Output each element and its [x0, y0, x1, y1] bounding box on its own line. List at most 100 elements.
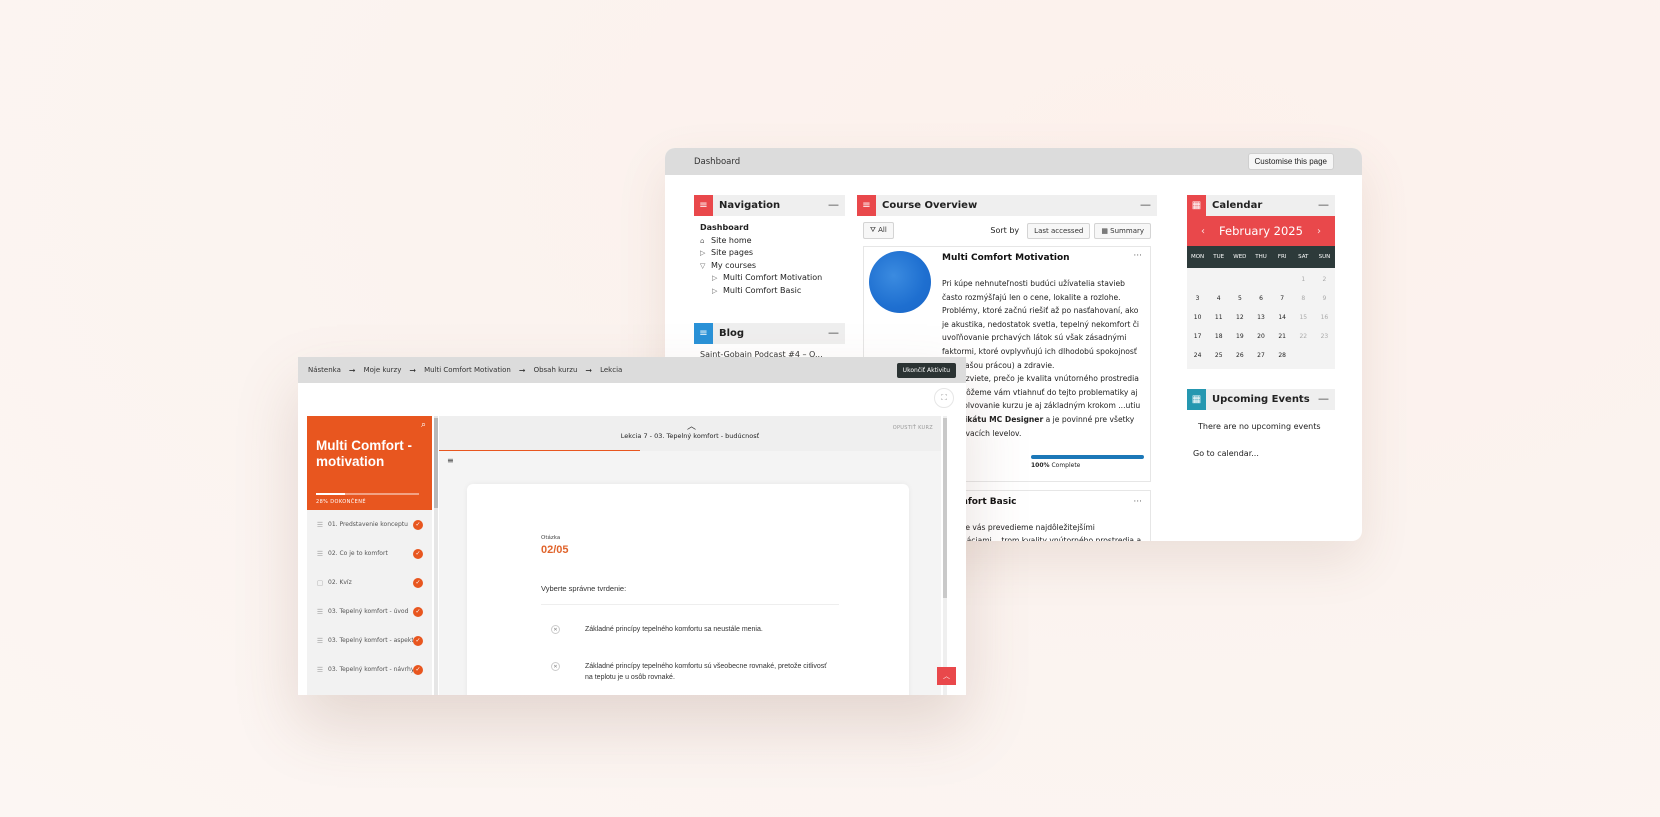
- calendar-day[interactable]: 19: [1229, 327, 1250, 346]
- answer-option-text: Základné princípy tepelného komfortu sa …: [585, 626, 763, 633]
- calendar-day[interactable]: 18: [1208, 327, 1229, 346]
- lesson-list-item[interactable]: ☰ 03. Tepelný komfort - návrhy ✓: [307, 655, 432, 684]
- calendar-day[interactable]: 28: [1272, 346, 1293, 365]
- breadcrumb-item[interactable]: Obsah kurzu: [534, 366, 578, 374]
- breadcrumb-item[interactable]: Lekcia: [600, 366, 622, 374]
- end-activity-button[interactable]: Ukončiť Aktivitu: [896, 362, 956, 378]
- breadcrumb-item[interactable]: Multi Comfort Motivation: [424, 366, 511, 374]
- calendar-header: ▦ Calendar —: [1187, 195, 1335, 216]
- filter-button[interactable]: ⛛ All: [863, 222, 894, 239]
- sort-dropdown[interactable]: Last accessed: [1027, 222, 1091, 239]
- calendar-day[interactable]: 4: [1208, 289, 1229, 308]
- weekday-label: WED: [1233, 254, 1247, 260]
- collapse-icon[interactable]: —: [1140, 198, 1151, 211]
- scrollbar-thumb[interactable]: [943, 418, 947, 598]
- nav-item-my-courses[interactable]: ▽ My courses: [700, 260, 845, 273]
- calendar-day[interactable]: 27: [1250, 346, 1271, 365]
- calendar-day[interactable]: 24: [1187, 346, 1208, 365]
- next-month-button[interactable]: ›: [1317, 226, 1321, 237]
- sort-by-label: Sort by: [990, 226, 1020, 235]
- answer-option[interactable]: ✕ Základné princípy tepelného komfortu s…: [551, 661, 829, 683]
- nav-item-dashboard[interactable]: Dashboard: [700, 222, 845, 235]
- collapse-icon[interactable]: —: [828, 198, 839, 211]
- calendar-day[interactable]: 5: [1229, 289, 1250, 308]
- calendar-day[interactable]: 17: [1187, 327, 1208, 346]
- scrollbar-thumb[interactable]: [434, 418, 438, 508]
- chevron-up-icon[interactable]: ︿: [687, 419, 696, 432]
- collapse-icon[interactable]: —: [1318, 392, 1329, 405]
- view-dropdown[interactable]: ▦ Summary: [1094, 222, 1151, 239]
- calendar-day[interactable]: 20: [1250, 327, 1271, 346]
- calendar-day[interactable]: 9: [1314, 289, 1335, 308]
- lesson-window: Nástenka ➞ Moje kurzy ➞ Multi Comfort Motiva…: [298, 357, 966, 695]
- question-prompt: Vyberte správne tvrdenie:: [541, 584, 627, 593]
- calendar-day[interactable]: 16: [1314, 308, 1335, 327]
- nav-item-site-pages[interactable]: ▷ Site pages: [700, 247, 845, 260]
- calendar-day[interactable]: 14: [1272, 308, 1293, 327]
- fullscreen-icon[interactable]: ⛶: [934, 388, 954, 408]
- menu-icon: ≡: [857, 195, 876, 216]
- calendar-empty-cell: [1314, 346, 1335, 365]
- collapse-icon[interactable]: —: [1318, 198, 1329, 211]
- nav-item-course-motivation[interactable]: ▷ Multi Comfort Motivation: [700, 272, 845, 285]
- leave-course-link[interactable]: OPUSTIŤ KURZ: [893, 425, 933, 431]
- lesson-list-item[interactable]: ☰ 02. Čo je to komfort ✓: [307, 539, 432, 568]
- lesson-list: ☰ 01. Predstavenie konceptu ✓ ☰ 02. Čo je to…: [307, 510, 432, 684]
- calendar-day[interactable]: 11: [1208, 308, 1229, 327]
- triangle-right-icon: ▷: [700, 249, 706, 258]
- weekday-label: SUN: [1318, 254, 1331, 260]
- calendar-month-bar: ‹ February 2025 ›: [1187, 216, 1335, 246]
- calendar-day[interactable]: 1: [1293, 270, 1314, 289]
- scroll-to-top-button[interactable]: ︿: [937, 667, 956, 685]
- lesson-list-item[interactable]: ☰ 03. Tepelný komfort - úvod ✓: [307, 597, 432, 626]
- calendar-day[interactable]: 3: [1187, 289, 1208, 308]
- calendar-month-name: February 2025: [1219, 224, 1303, 238]
- calendar-day[interactable]: 26: [1229, 346, 1250, 365]
- answer-option[interactable]: ✕ Základné princípy tepelného komfortu s…: [551, 624, 829, 635]
- triangle-down-icon: ▽: [700, 261, 706, 270]
- go-to-calendar-link[interactable]: Go to calendar...: [1187, 431, 1335, 458]
- hamburger-menu-icon[interactable]: ≡: [447, 456, 454, 465]
- calendar-day[interactable]: 22: [1293, 327, 1314, 346]
- question-label: Otázka: [541, 535, 561, 541]
- course-progress: 100% Complete: [1031, 455, 1144, 469]
- customise-page-button[interactable]: Customise this page: [1247, 153, 1334, 170]
- course-overview-title: Course Overview: [882, 200, 978, 211]
- nav-item-course-basic[interactable]: ▷ Multi Comfort Basic: [700, 285, 845, 298]
- course-title[interactable]: ...omfort Basic: [942, 497, 1144, 507]
- lesson-list-item-label: 03. Tepelný komfort - návrhy: [328, 666, 413, 673]
- course-image[interactable]: [869, 251, 931, 313]
- breadcrumb-item[interactable]: Moje kurzy: [364, 366, 402, 374]
- calendar-day[interactable]: 21: [1272, 327, 1293, 346]
- lesson-list-item[interactable]: ☰ 01. Predstavenie konceptu ✓: [307, 510, 432, 539]
- calendar-day[interactable]: 8: [1293, 289, 1314, 308]
- calendar-day[interactable]: 10: [1187, 308, 1208, 327]
- more-options-icon[interactable]: ···: [1133, 251, 1142, 261]
- prev-month-button[interactable]: ‹: [1201, 226, 1205, 237]
- course-progress-fill: [1031, 455, 1144, 459]
- calendar-day[interactable]: 2: [1314, 270, 1335, 289]
- collapse-icon[interactable]: —: [828, 326, 839, 339]
- lesson-list-item[interactable]: ☰ 03. Tepelný komfort - aspekty ✓: [307, 626, 432, 655]
- more-options-icon[interactable]: ···: [1133, 497, 1142, 507]
- breadcrumb-item[interactable]: Nástenka: [308, 366, 341, 374]
- calendar-day[interactable]: 7: [1272, 289, 1293, 308]
- nav-item-site-home[interactable]: ⌂ Site home: [700, 235, 845, 248]
- progress-percent: 100%: [1031, 462, 1050, 469]
- lesson-list-item[interactable]: ▢ 02. Kvíz ✓: [307, 568, 432, 597]
- sidebar-scrollbar[interactable]: [434, 416, 438, 695]
- breadcrumb-dashboard[interactable]: Dashboard: [694, 157, 740, 167]
- calendar-day[interactable]: 12: [1229, 308, 1250, 327]
- search-icon[interactable]: ⌕: [421, 420, 426, 430]
- course-title[interactable]: Multi Comfort Motivation: [942, 253, 1144, 263]
- calendar-day[interactable]: 23: [1314, 327, 1335, 346]
- content-scrollbar[interactable]: [943, 416, 947, 695]
- calendar-block: ▦ Calendar — ‹ February 2025 › MON TUE WED…: [1187, 195, 1335, 369]
- calendar-day[interactable]: 6: [1250, 289, 1271, 308]
- menu-icon: ≡: [694, 195, 713, 216]
- triangle-right-icon: ▷: [712, 286, 718, 295]
- calendar-day[interactable]: 13: [1250, 308, 1271, 327]
- calendar-day[interactable]: 15: [1293, 308, 1314, 327]
- lesson-sidebar-header: ⌕ Multi Comfort - motivation 28% DOKONČE…: [307, 416, 432, 510]
- calendar-day[interactable]: 25: [1208, 346, 1229, 365]
